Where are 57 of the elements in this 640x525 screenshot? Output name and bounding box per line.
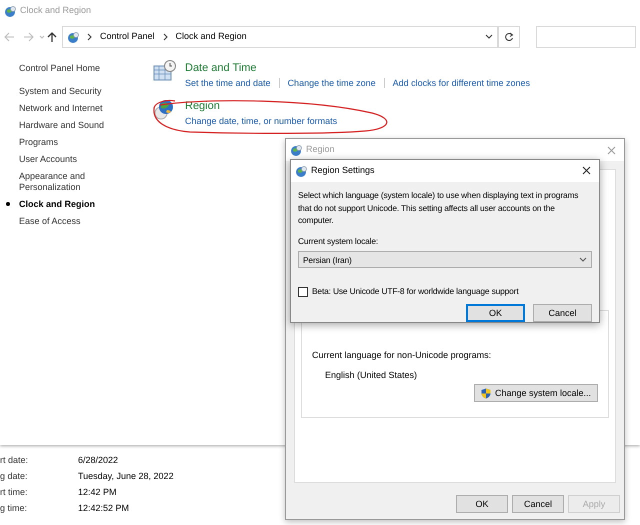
window-title: Clock and Region [20, 4, 92, 18]
sidebar-item[interactable]: Clock and Region [19, 196, 134, 213]
category-link[interactable]: Change the time zone [288, 76, 376, 90]
category-link[interactable]: Change date, time, or number formats [185, 114, 338, 128]
dialog-button[interactable]: Cancel [512, 495, 564, 513]
breadcrumb-item[interactable]: Control Panel [100, 30, 155, 44]
address-bar[interactable]: Control Panel Clock and Region [62, 26, 498, 48]
field-value: Tuesday, June 28, 2022 [78, 470, 174, 483]
sidebar-item[interactable]: Appearance and Personalization [19, 168, 134, 196]
change-locale-button[interactable]: Change system locale... [474, 384, 598, 402]
sidebar-item[interactable]: Hardware and Sound [19, 117, 134, 134]
sidebar-item[interactable]: System and Security [19, 83, 134, 100]
shield-icon [480, 388, 491, 398]
dropdown-icon [579, 256, 587, 264]
dialog-button[interactable]: OK [456, 495, 508, 513]
globe-icon [4, 5, 16, 17]
category-link[interactable]: Add clocks for different time zones [392, 76, 530, 90]
sidebar-item[interactable]: User Accounts [19, 151, 134, 168]
category-heading[interactable]: Date and Time [185, 60, 530, 76]
category-link[interactable]: Set the time and date [185, 76, 271, 90]
chevron-icon [162, 33, 168, 41]
up-arrow-icon[interactable] [46, 31, 58, 43]
current-language-text: English (United States) [324, 368, 418, 382]
field-label: rt time: [0, 486, 29, 499]
globe-icon [290, 144, 302, 156]
field-label: g date: [0, 470, 29, 483]
dialog-button[interactable]: OK [466, 304, 525, 322]
field-label: Current system locale: [298, 234, 380, 248]
refresh-button[interactable] [498, 26, 520, 48]
field-label: g time: [0, 502, 28, 515]
search-field[interactable] [536, 26, 636, 48]
field-value: 12:42 PM [78, 486, 117, 499]
locale-select[interactable]: Persian (Iran) [298, 251, 592, 268]
checkbox-option[interactable]: Beta: Use Unicode UTF-8 for worldwide language support [298, 285, 592, 298]
field-value: 6/28/2022 [78, 454, 118, 467]
group-label: Current language for non-Unicode programs: [312, 349, 492, 362]
checkbox[interactable] [298, 286, 308, 297]
dialog-title: Region Settings [311, 164, 375, 178]
globe-icon [67, 31, 79, 43]
globe-icon [295, 164, 307, 177]
breadcrumb-item[interactable]: Clock and Region [176, 30, 247, 44]
bullet-icon [6, 202, 10, 206]
category-heading[interactable]: Region [185, 98, 338, 114]
sidebar-item[interactable]: Ease of Access [19, 213, 134, 230]
field-value: 12:42:52 PM [78, 502, 130, 515]
dropdown-icon[interactable] [485, 33, 493, 41]
description-text: Select which language (system locale) to use when displaying text in programs that do not support Unicode. This setting affects all user accounts on the computer. [298, 188, 580, 227]
window-title: Region [306, 143, 335, 156]
close-icon[interactable] [582, 166, 591, 176]
sidebar-item[interactable]: Network and Internet [19, 100, 134, 117]
dialog-button[interactable]: Cancel [533, 304, 592, 322]
sidebar-item[interactable]: Programs [19, 134, 134, 151]
field-label: rt date: [0, 454, 30, 467]
refresh-icon [504, 32, 514, 42]
calendar-clock-icon [153, 60, 177, 82]
chevron-icon [87, 33, 92, 41]
sidebar-item[interactable]: Control Panel Home [19, 60, 134, 77]
